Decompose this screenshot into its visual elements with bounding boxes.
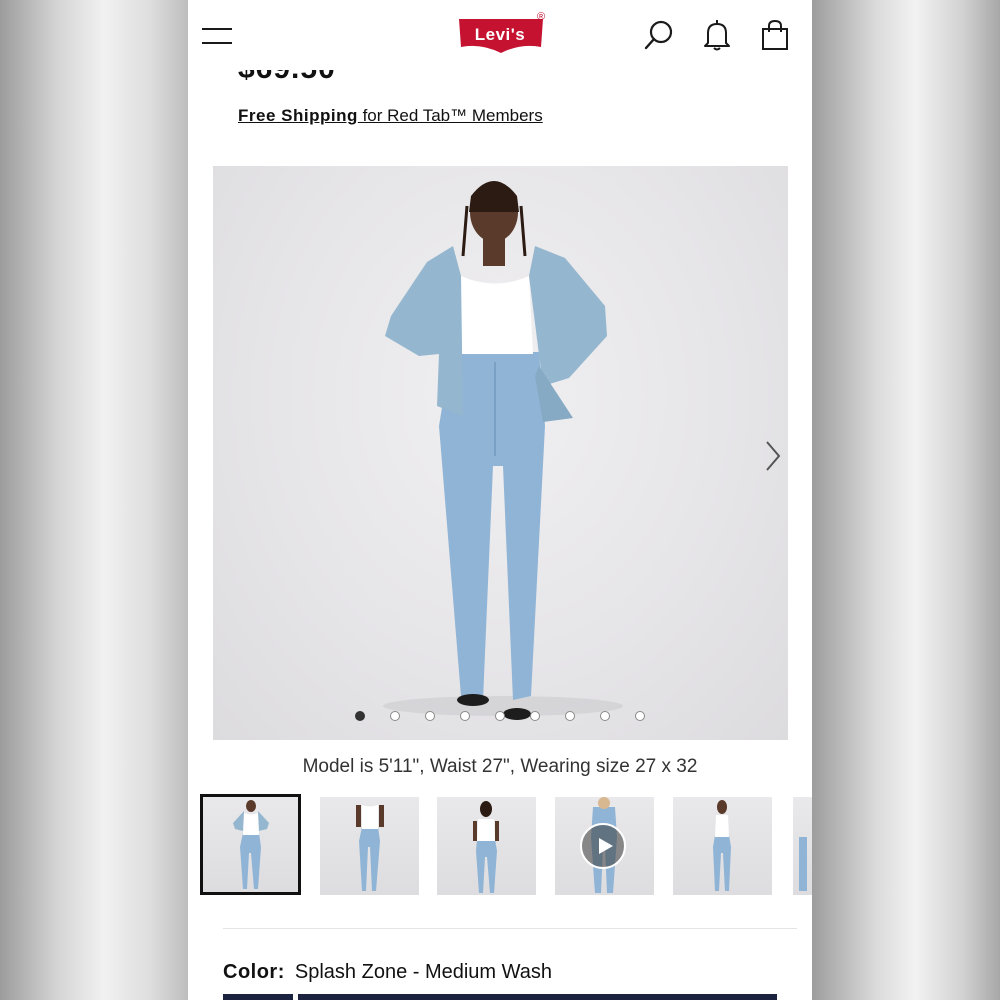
swatch-partial[interactable] bbox=[223, 994, 293, 1000]
menu-icon[interactable] bbox=[202, 26, 232, 46]
carousel-dot[interactable] bbox=[530, 711, 540, 721]
product-page: Levi's ® $69.50 Free Shipping for Re bbox=[188, 0, 812, 1000]
thumbnail-image bbox=[713, 800, 731, 891]
color-label: Color: bbox=[223, 961, 285, 983]
thumbnail-image bbox=[799, 837, 807, 891]
thumbnail-partial[interactable] bbox=[793, 797, 812, 895]
search-icon[interactable] bbox=[642, 18, 676, 52]
play-video-icon[interactable] bbox=[580, 823, 626, 869]
main-product-image[interactable] bbox=[213, 166, 788, 740]
levis-logo[interactable]: Levi's ® bbox=[457, 11, 545, 55]
shipping-promo-bold[interactable]: Free Shipping bbox=[238, 106, 358, 125]
carousel-dot[interactable] bbox=[495, 711, 505, 721]
thumbnail-image bbox=[233, 800, 269, 889]
thumbnail-strip bbox=[200, 794, 812, 900]
color-value: Splash Zone - Medium Wash bbox=[294, 961, 553, 983]
background-right bbox=[812, 0, 1000, 1000]
thumbnail-video[interactable] bbox=[555, 797, 654, 895]
thumbnail-side[interactable] bbox=[673, 797, 772, 895]
carousel-dot[interactable] bbox=[460, 711, 470, 721]
color-selector-label: Color: Splash Zone - Medium Wash bbox=[223, 961, 552, 984]
carousel-dot[interactable] bbox=[390, 711, 400, 721]
chevron-right-icon bbox=[766, 441, 781, 471]
shipping-promo[interactable]: Free Shipping for Red Tab™ Members bbox=[238, 106, 543, 126]
model-info: Model is 5'11", Waist 27", Wearing size … bbox=[302, 756, 698, 777]
section-divider bbox=[223, 928, 797, 929]
registered-mark: ® bbox=[537, 11, 546, 23]
thumbnail-image bbox=[356, 805, 384, 891]
carousel-dot[interactable] bbox=[355, 711, 365, 721]
carousel-dots bbox=[213, 710, 788, 724]
shipping-promo-rest[interactable]: for Red Tab™ Members bbox=[358, 106, 543, 125]
carousel-dot[interactable] bbox=[425, 711, 435, 721]
model-photo bbox=[383, 181, 623, 720]
carousel-dot[interactable] bbox=[635, 711, 645, 721]
thumbnail-back[interactable] bbox=[437, 797, 536, 895]
bell-icon[interactable] bbox=[700, 18, 734, 52]
shopping-bag-icon[interactable] bbox=[758, 18, 792, 52]
carousel-dot[interactable] bbox=[565, 711, 575, 721]
logo-text: Levi's bbox=[474, 25, 526, 44]
background-left bbox=[0, 0, 188, 1000]
thumbnail-front-jacket[interactable] bbox=[200, 794, 301, 895]
add-to-bag-button-partial[interactable] bbox=[298, 994, 777, 1000]
carousel-dot[interactable] bbox=[600, 711, 610, 721]
next-image-arrow[interactable] bbox=[761, 436, 785, 476]
header: Levi's ® bbox=[188, 0, 812, 70]
thumbnail-front[interactable] bbox=[320, 797, 419, 895]
thumbnail-image bbox=[473, 801, 499, 893]
